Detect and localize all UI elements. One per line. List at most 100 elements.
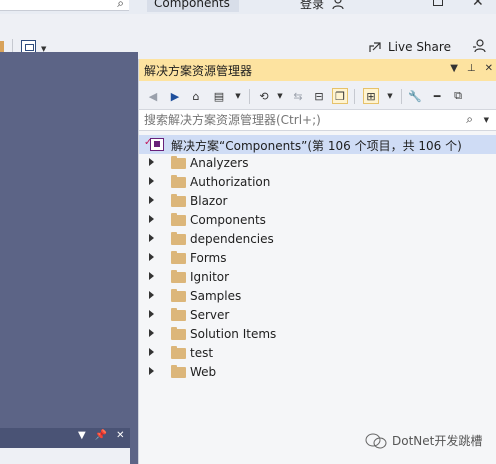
home-icon[interactable]: ⌂ [188,88,204,104]
expand-chevron-icon[interactable] [149,177,154,185]
live-share-button[interactable]: Live Share [368,38,451,56]
tree-folder-item[interactable]: Ignitor [139,268,496,287]
chevron-down-icon[interactable]: ▼ [272,88,288,104]
sync-icon[interactable]: ⇆ [290,88,306,104]
title-bar: ⌕ Components 登录 ✕ [0,0,496,14]
bottom-panel-controls: ▼ 📌 ✕ [78,430,125,441]
tree-folder-item[interactable]: Web [139,363,496,382]
expand-chevron-icon[interactable] [149,253,154,261]
folder-label: Components [190,213,266,227]
account-icon[interactable] [332,0,346,10]
window-position-dropdown-icon[interactable]: ▼ [450,63,458,74]
tree-folder-item[interactable]: Analyzers [139,154,496,173]
folder-list: Analyzers Authorization Blazor Components de… [139,154,496,382]
wechat-icon [365,433,387,448]
folder-icon [171,175,186,188]
properties-wrench-icon[interactable]: 🔧 [407,88,423,104]
solution-explorer-title-bar: 解决方案资源管理器 ▼ ⊥ ✕ [139,59,496,81]
toolbar-separator [401,89,402,104]
chevron-down-icon[interactable]: ▼ [484,116,489,124]
tree-folder-item[interactable]: Samples [139,287,496,306]
folder-label: Ignitor [190,270,230,284]
folder-label: Samples [190,289,242,303]
folder-icon [171,365,186,378]
folder-icon [171,308,186,321]
switch-views-icon[interactable]: ▤ [211,88,227,104]
solution-explorer-title: 解决方案资源管理器 [144,63,253,78]
splitter[interactable] [130,420,138,464]
folder-icon [171,346,186,359]
panel-dropdown-icon[interactable]: ▼ [78,430,86,441]
folder-label: Solution Items [190,327,277,341]
toolbar-separator [249,89,250,104]
restore-window-button[interactable] [433,0,443,6]
tree-folder-item[interactable]: Components [139,211,496,230]
expand-chevron-icon[interactable] [149,310,154,318]
global-search-box[interactable]: ⌕ [0,0,129,11]
chevron-down-icon[interactable]: ▼ [382,88,398,104]
watermark-text: DotNet开发跳槽 [392,434,483,448]
app-title: Components [147,0,239,12]
show-all-files-icon[interactable]: ❐ [332,88,348,104]
expand-chevron-icon[interactable] [149,329,154,337]
preview-selected-icon[interactable]: ⊞ [363,88,379,104]
expand-chevron-icon[interactable] [149,272,154,280]
folder-label: test [190,346,214,360]
chevron-down-icon[interactable]: ▼ [230,88,246,104]
share-icon [369,42,381,52]
search-icon[interactable]: ⌕ [466,112,473,127]
visual-studio-solution-icon [150,138,164,151]
folder-label: Web [190,365,217,379]
expand-chevron-icon[interactable] [149,291,154,299]
live-share-label: Live Share [388,40,451,54]
folder-icon [171,194,186,207]
folder-label: Analyzers [190,156,249,170]
expand-chevron-icon[interactable] [149,367,154,375]
folder-label: dependencies [190,232,274,246]
folder-icon [171,327,186,340]
expand-chevron-icon[interactable] [149,234,154,242]
tree-folder-item[interactable]: Blazor [139,192,496,211]
tree-folder-item[interactable]: Authorization [139,173,496,192]
folder-icon [171,213,186,226]
folder-icon [171,251,186,264]
expand-chevron-icon[interactable] [149,158,154,166]
tree-folder-item[interactable]: Server [139,306,496,325]
expand-chevron-icon[interactable] [149,348,154,356]
tree-folder-item[interactable]: test [139,344,496,363]
solution-tree: ✓ 解决方案“Components”(第 106 个项目，共 106 个) An… [139,135,496,382]
folder-label: Blazor [190,194,228,208]
toolbar-separator [354,89,355,104]
tree-folder-item[interactable]: dependencies [139,230,496,249]
collapse-all-icon[interactable]: ⊟ [311,88,327,104]
bottom-panel-body [0,448,130,464]
pin-icon[interactable]: ⊥ [467,63,476,74]
back-icon[interactable]: ◀ [145,88,161,104]
solution-explorer: 解决方案资源管理器 ▼ ⊥ ✕ ◀ ▶ ⌂ ▤ ▼ ⟲ ▼ ⇆ ⊟ ❐ ⊞ ▼ … [138,59,496,464]
tree-folder-item[interactable]: Solution Items [139,325,496,344]
pending-changes-icon[interactable]: ⟲ [256,88,272,104]
pin-icon[interactable]: 📌 [95,430,107,441]
main-toolbar: ▼ Live Share [0,14,496,55]
feedback-icon[interactable] [472,39,486,53]
expand-chevron-icon[interactable] [149,196,154,204]
forward-icon[interactable]: ▶ [167,88,183,104]
editor-area [0,52,138,464]
close-window-button[interactable]: ✕ [472,0,484,10]
solution-explorer-search: ⌕ ▼ [139,109,496,131]
expand-chevron-icon[interactable] [149,215,154,223]
sign-in-link[interactable]: 登录 [300,0,324,12]
folder-icon [171,270,186,283]
hierarchy-icon[interactable]: ⧉ [450,88,466,104]
minus-icon[interactable]: ━ [429,88,445,104]
watermark: DotNet开发跳槽 [365,432,482,449]
solution-search-input[interactable] [144,113,444,127]
folder-icon [171,156,186,169]
folder-label: Forms [190,251,227,265]
folder-icon [171,289,186,302]
close-icon[interactable]: ✕ [485,63,493,74]
folder-icon [171,232,186,245]
close-icon[interactable]: ✕ [116,430,124,441]
solution-root-item[interactable]: ✓ 解决方案“Components”(第 106 个项目，共 106 个) [139,135,496,154]
tree-folder-item[interactable]: Forms [139,249,496,268]
